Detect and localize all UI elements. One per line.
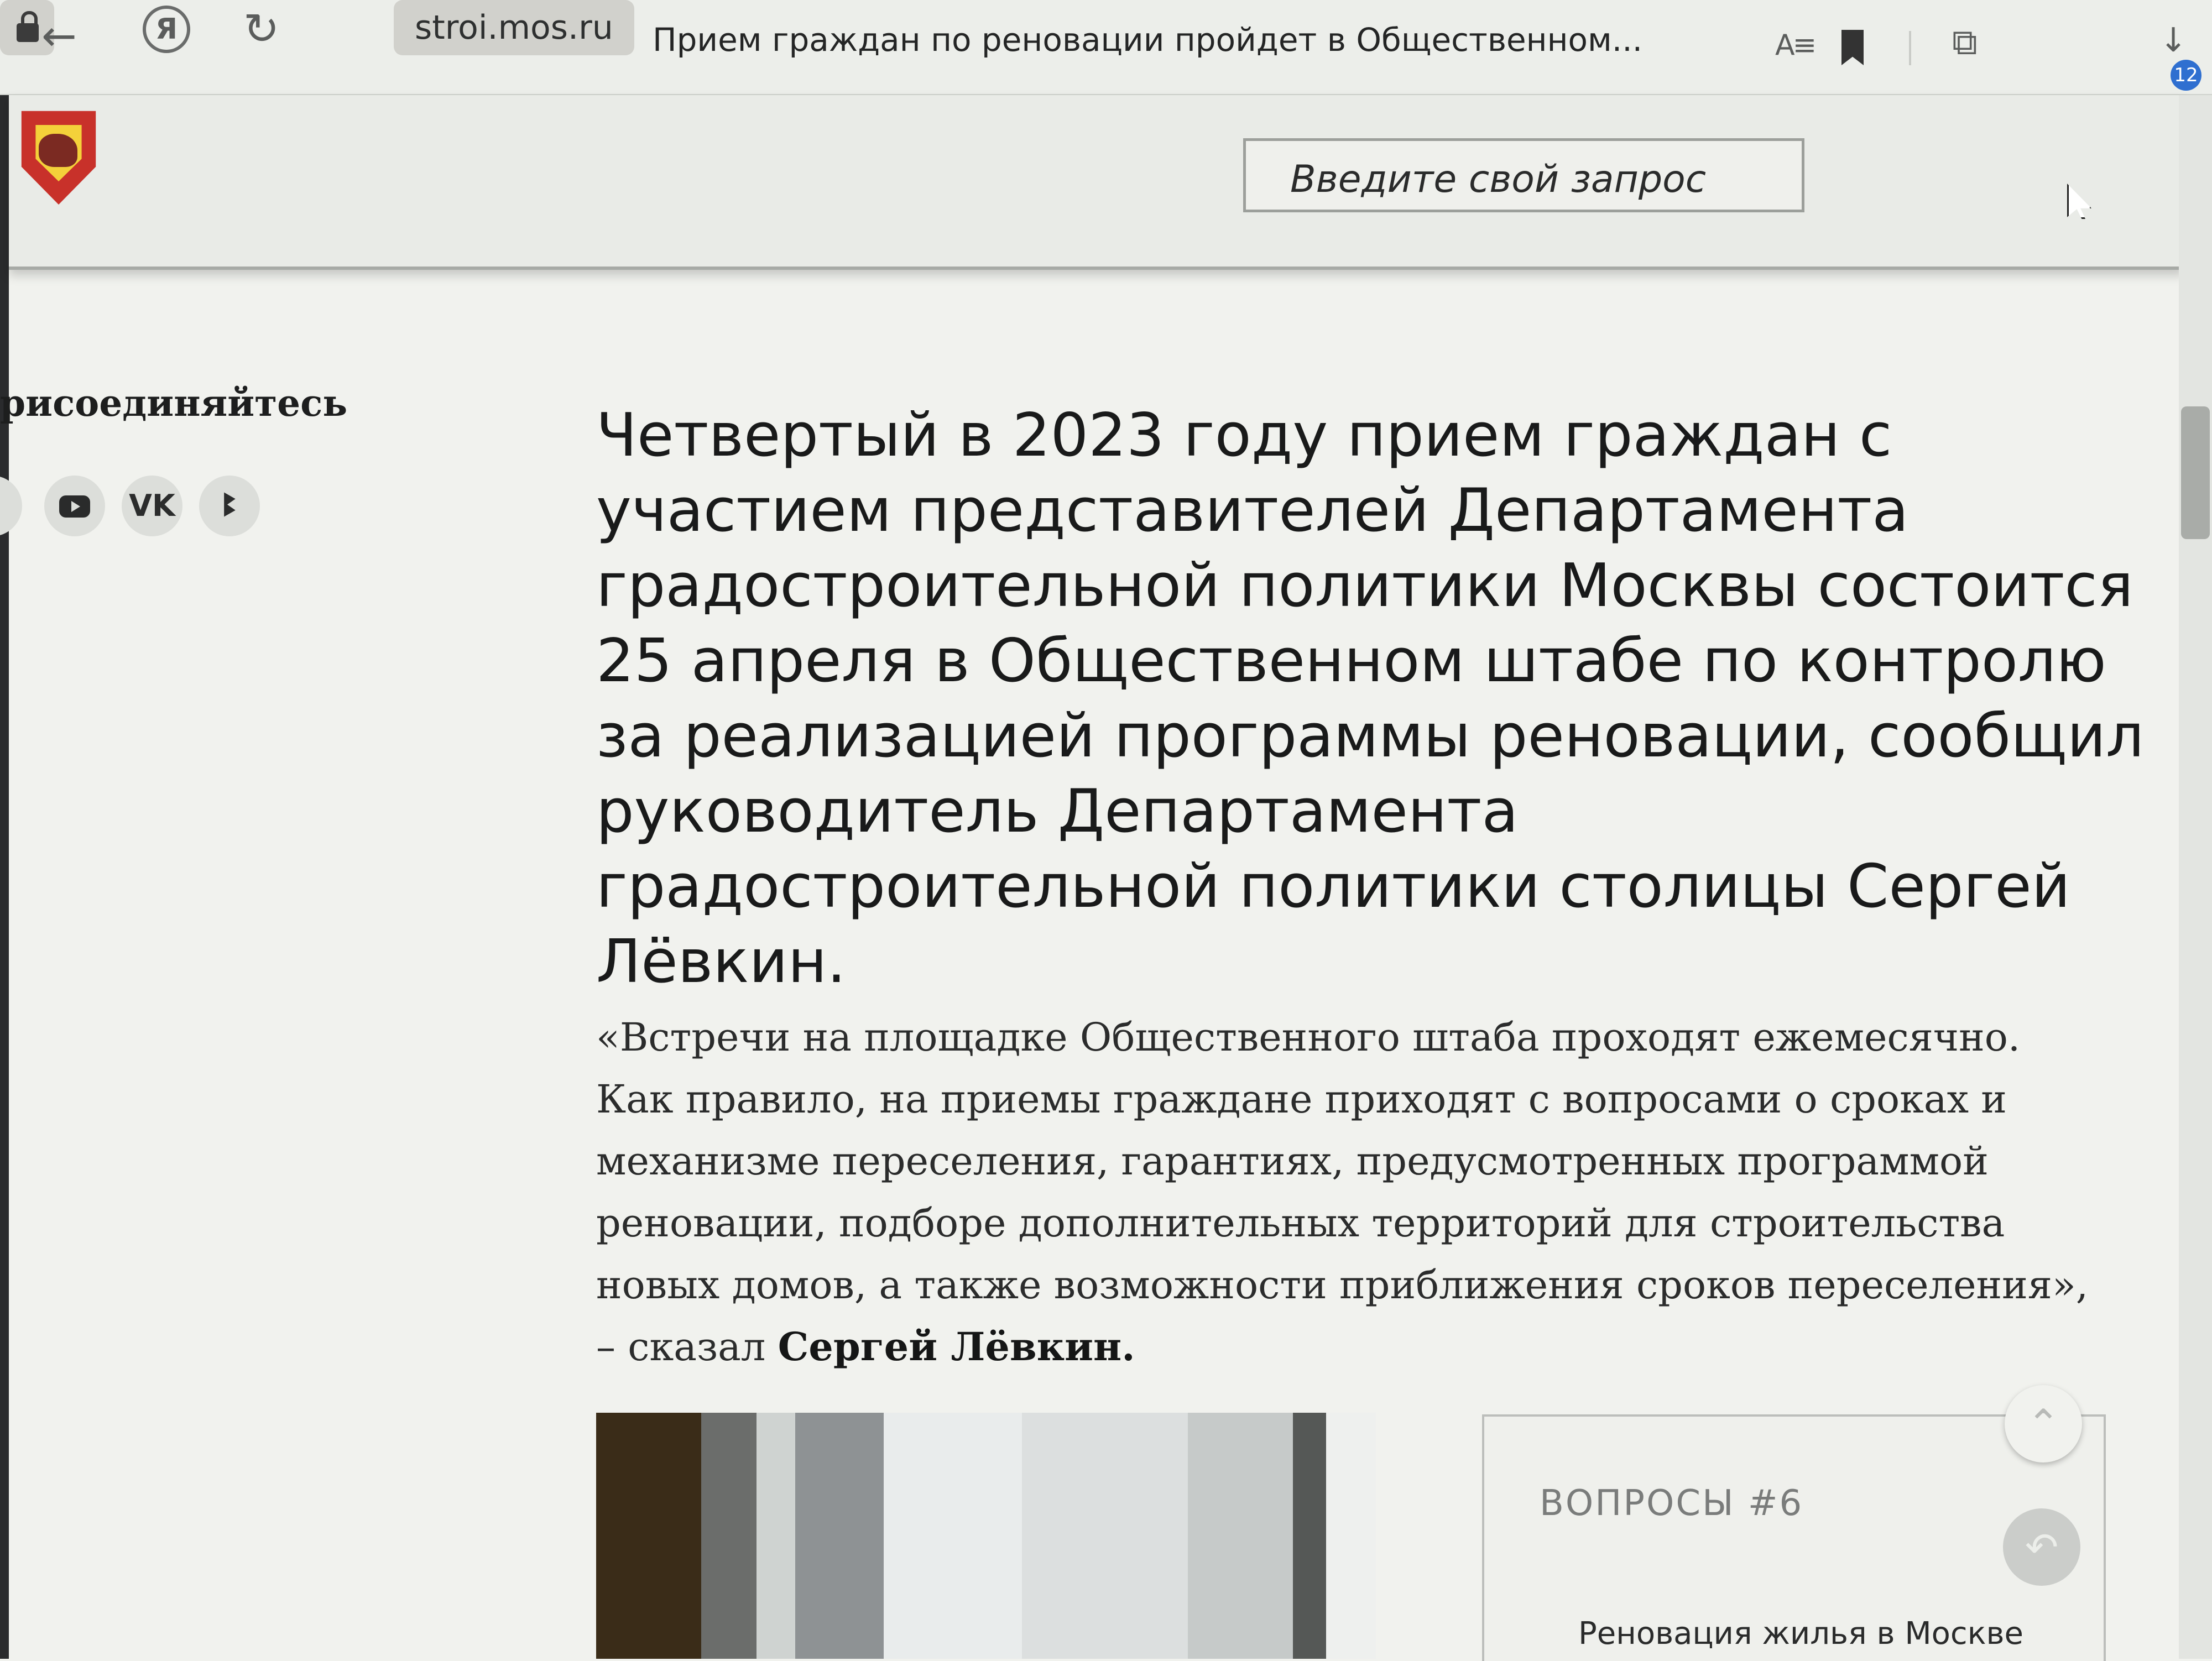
site-header: Введите свой запрос (9, 95, 2184, 270)
back-arrow-icon[interactable]: ← (41, 11, 77, 60)
back-button[interactable]: ↶ (2003, 1508, 2080, 1586)
bookmark-icon[interactable] (1841, 30, 1864, 65)
sidebar-join-heading: рисоединяйтесь (0, 382, 348, 425)
youtube-shape (59, 495, 90, 518)
toolbar-divider (1909, 31, 1911, 65)
widget-title: ВОПРОСЫ #6 (1540, 1483, 1804, 1524)
browser-toolbar: ← Я ↻ stroi.mos.ru Прием граждан по рено… (0, 0, 2212, 95)
page-title-in-bar[interactable]: Прием граждан по реновации пройдет в Общ… (653, 21, 1642, 59)
moscow-coat-of-arms-logo[interactable] (21, 111, 96, 205)
odnoklassniki-icon[interactable]: ꔪ (199, 476, 260, 536)
reload-icon[interactable]: ↻ (243, 4, 279, 54)
vk-icon[interactable]: VK (122, 476, 182, 536)
mouse-cursor-icon (2067, 184, 2091, 219)
youtube-icon[interactable] (44, 476, 105, 536)
scroll-up-button[interactable]: ⌃ (2005, 1385, 2082, 1462)
lock-body (17, 23, 39, 42)
article-quote: «Встречи на площадке Общественного штаба… (596, 1006, 2100, 1378)
address-bar-url[interactable]: stroi.mos.ru (394, 0, 634, 55)
scrollbar-thumb[interactable] (2181, 406, 2210, 539)
article-photo (596, 1413, 1376, 1659)
extensions-icon[interactable]: ⧉ (1952, 22, 1978, 63)
quote-author: Сергей Лёвкин. (778, 1324, 1135, 1370)
logo-rider (39, 134, 77, 167)
window-edge (0, 0, 9, 1659)
download-icon[interactable]: ↓ (2159, 21, 2187, 60)
widget-subtitle[interactable]: Реновация жилья в Москве (1578, 1616, 2023, 1652)
quote-text: «Встречи на площадке Общественного штаба… (596, 1015, 2089, 1370)
yandex-icon[interactable]: Я (143, 6, 190, 53)
scrollbar-track[interactable] (2179, 95, 2212, 1659)
search-input[interactable]: Введите свой запрос (1243, 138, 1804, 212)
download-count-badge: 12 (2171, 60, 2201, 91)
social-partial-icon[interactable] (0, 476, 22, 536)
article-headline: Четвертый в 2023 году прием граждан с уч… (596, 401, 2145, 996)
reader-mode-icon[interactable]: A≡ (1775, 29, 1817, 62)
search-placeholder: Введите свой запрос (1290, 158, 1707, 201)
